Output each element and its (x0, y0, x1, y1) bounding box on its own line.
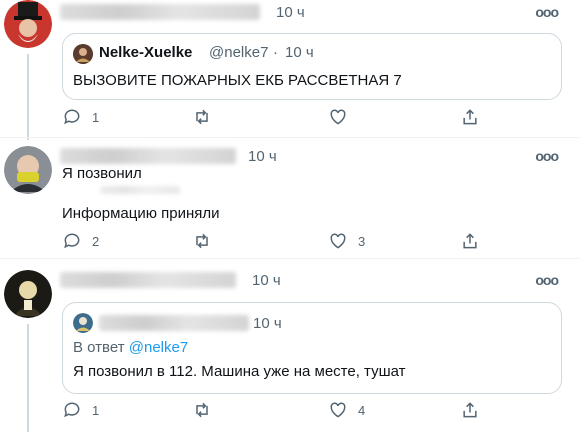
tweet-1[interactable]: 10 ч ooo Nelke-Xuelke @nelke7 · 10 ч ВЫЗ… (0, 0, 580, 140)
quote-avatar (73, 313, 93, 333)
avatar[interactable] (4, 146, 52, 194)
reply-count: 1 (92, 109, 100, 125)
like-button[interactable]: 3 (328, 231, 365, 251)
retweet-icon (192, 231, 212, 251)
quote-separator: · (273, 44, 278, 61)
quote-author-name[interactable] (99, 315, 249, 331)
quote-time[interactable]: 10 ч (285, 44, 314, 61)
quoted-tweet[interactable]: 10 ч В ответ @nelke7 Я позвонил в 112. М… (62, 302, 562, 394)
retweet-button[interactable] (192, 400, 212, 420)
retweet-button[interactable] (192, 231, 212, 251)
reply-to-prefix: В ответ (73, 339, 125, 356)
quote-avatar (73, 44, 93, 64)
like-count: 3 (358, 233, 366, 249)
thread-line (27, 324, 29, 432)
reply-count: 2 (92, 233, 100, 249)
share-button[interactable] (460, 107, 480, 127)
divider (0, 258, 580, 259)
avatar[interactable] (4, 0, 52, 48)
reply-icon (62, 107, 82, 127)
quote-author-name[interactable]: Nelke-Xuelke (99, 44, 192, 61)
redacted-text (100, 186, 180, 194)
retweet-button[interactable] (192, 107, 212, 127)
quoted-tweet[interactable]: Nelke-Xuelke @nelke7 · 10 ч ВЫЗОВИТЕ ПОЖ… (62, 33, 562, 100)
heart-icon (328, 107, 348, 127)
reply-icon (62, 231, 82, 251)
reply-button[interactable]: 1 (62, 107, 99, 127)
tweet-time[interactable]: 10 ч (276, 4, 305, 21)
quote-text: ВЫЗОВИТЕ ПОЖАРНЫХ ЕКБ РАССВЕТНАЯ 7 (73, 72, 402, 89)
tweet-actions: 2 3 (62, 231, 502, 253)
share-button[interactable] (460, 231, 480, 251)
author-name[interactable] (60, 148, 236, 164)
tweet-text-line: Я позвонил (62, 165, 142, 182)
retweet-icon (192, 107, 212, 127)
like-count: 4 (358, 402, 366, 418)
quote-author-handle[interactable]: @nelke7 (209, 44, 268, 61)
like-button[interactable]: 4 (328, 400, 365, 420)
reply-to: В ответ @nelke7 (73, 339, 188, 356)
like-button[interactable] (328, 107, 358, 127)
reply-to-handle[interactable]: @nelke7 (129, 339, 188, 356)
tweet-time[interactable]: 10 ч (252, 272, 281, 289)
tweet-3[interactable]: 10 ч ooo 10 ч В ответ @nelke7 Я позвонил… (0, 262, 580, 432)
tweet-actions: 1 4 (62, 400, 502, 422)
share-button[interactable] (460, 400, 480, 420)
reply-button[interactable]: 2 (62, 231, 99, 251)
avatar[interactable] (4, 270, 52, 318)
more-options-icon[interactable]: ooo (535, 272, 559, 288)
author-name[interactable] (60, 272, 236, 288)
heart-icon (328, 231, 348, 251)
author-name[interactable] (60, 4, 260, 20)
retweet-icon (192, 400, 212, 420)
share-icon (460, 107, 480, 127)
thread-line (27, 54, 29, 140)
tweet-actions: 1 (62, 107, 502, 129)
more-options-icon[interactable]: ooo (535, 148, 559, 164)
reply-count: 1 (92, 402, 100, 418)
quote-time[interactable]: 10 ч (253, 315, 282, 332)
reply-button[interactable]: 1 (62, 400, 99, 420)
divider (0, 137, 580, 138)
tweet-time[interactable]: 10 ч (248, 148, 277, 165)
share-icon (460, 400, 480, 420)
more-options-icon[interactable]: ooo (535, 4, 559, 20)
share-icon (460, 231, 480, 251)
quote-text: Я позвонил в 112. Машина уже на месте, т… (73, 363, 406, 380)
reply-icon (62, 400, 82, 420)
tweet-2[interactable]: 10 ч ooo Я позвонил Информацию приняли 2… (0, 140, 580, 260)
tweet-text-line: Информацию приняли (62, 205, 220, 222)
heart-icon (328, 400, 348, 420)
